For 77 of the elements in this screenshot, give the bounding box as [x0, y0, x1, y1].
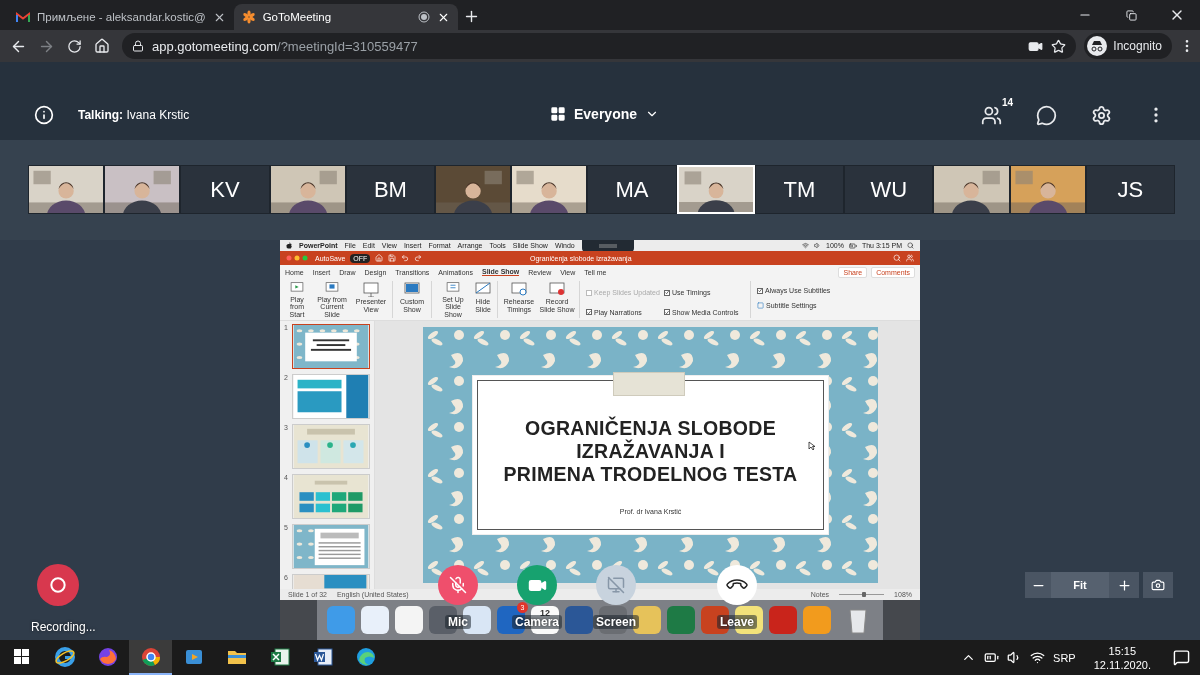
- chrome-icon: [139, 645, 162, 668]
- zoom-slider[interactable]: [839, 593, 885, 596]
- initials-tile: KV: [180, 165, 270, 214]
- star-icon[interactable]: [1051, 38, 1067, 54]
- language-indicator[interactable]: SRP: [1053, 651, 1076, 664]
- initials-tile: WU: [844, 165, 934, 214]
- flower-icon: [241, 10, 256, 24]
- browser-tab[interactable]: GoToMeeting: [233, 4, 458, 30]
- mail-icon: [16, 11, 30, 23]
- search-icon[interactable]: [893, 254, 901, 262]
- checkbox[interactable]: [664, 289, 670, 296]
- tape-drawing: [613, 372, 685, 396]
- recording-label: Recording...: [31, 620, 96, 634]
- zoom-in-icon[interactable]: [1116, 577, 1132, 593]
- participant-count: 14: [1002, 97, 1014, 108]
- initials-tile: BM: [345, 165, 436, 214]
- fit-button[interactable]: Fit: [1051, 572, 1109, 598]
- slide-title: OGRANIČENJA SLOBODE IZRAŽAVANJA I PRIMENA TRODELNOG TESTA: [503, 417, 798, 486]
- incognito-icon: [1087, 36, 1108, 56]
- mute-icon: [449, 576, 467, 594]
- drag-handle[interactable]: [582, 240, 634, 252]
- grip-icon: [599, 244, 617, 248]
- clock[interactable]: 15:15 12.11.2020.: [1093, 643, 1151, 672]
- check-icon: [587, 309, 591, 315]
- record-icon: [50, 577, 66, 593]
- windows-icon[interactable]: [14, 649, 29, 664]
- check-icon: [665, 290, 669, 296]
- monitor-off-icon: [607, 576, 625, 594]
- lock-icon: [132, 40, 144, 52]
- wifi-icon: [802, 242, 809, 249]
- fox-icon: [96, 645, 119, 668]
- profile-button[interactable]: Incognito: [1084, 33, 1172, 59]
- notifications-icon[interactable]: [1173, 649, 1190, 666]
- battery-icon[interactable]: [984, 650, 1000, 665]
- save-icon[interactable]: [388, 254, 397, 262]
- reload-icon[interactable]: [66, 38, 82, 54]
- check-icon: [758, 288, 762, 293]
- redo-icon[interactable]: [414, 254, 423, 262]
- window-buttons-icon: [286, 255, 310, 261]
- checkbox[interactable]: [586, 309, 592, 316]
- volume-icon: [814, 242, 821, 249]
- record-icon: [417, 11, 430, 23]
- participants-icon[interactable]: [980, 104, 1002, 126]
- url-text: app.gotomeeting.com/?meetingId=310559477: [152, 38, 419, 54]
- info-icon[interactable]: [34, 105, 54, 125]
- initials-tile: MA: [587, 165, 677, 214]
- wifi-icon[interactable]: [1030, 650, 1046, 665]
- checkbox[interactable]: [664, 309, 670, 316]
- apple-icon: [286, 242, 292, 249]
- camera-icon[interactable]: [1151, 578, 1165, 592]
- restore-icon[interactable]: [1125, 9, 1137, 21]
- person-icon[interactable]: [906, 254, 914, 262]
- record-button[interactable]: [37, 564, 79, 606]
- view-dropdown[interactable]: Everyone: [550, 106, 660, 122]
- battery-icon: [848, 241, 857, 250]
- document-icon: [311, 645, 334, 668]
- e-icon: [53, 645, 76, 668]
- slider-thumb[interactable]: [861, 591, 866, 597]
- spreadsheet-icon: [268, 645, 291, 668]
- grid-icon: [550, 106, 566, 122]
- wave-icon: [354, 645, 377, 668]
- checkbox[interactable]: [757, 287, 763, 294]
- chat-icon[interactable]: [1035, 104, 1057, 126]
- settings-icon[interactable]: [1090, 104, 1112, 126]
- talking-text: Talking: Ivana Krstic: [78, 108, 190, 122]
- subtitles-icon: [757, 302, 764, 309]
- address-bar[interactable]: app.gotomeeting.com/?meetingId=310559477: [122, 33, 1077, 59]
- browser-tab[interactable]: Примљене - aleksandar.kostic@: [8, 4, 234, 30]
- initials-tile: TM: [754, 165, 845, 214]
- search-icon: [907, 242, 914, 249]
- initials-tile: JS: [1085, 165, 1175, 214]
- home-icon[interactable]: [94, 38, 110, 54]
- undo-icon[interactable]: [401, 254, 410, 262]
- cursor-icon: [808, 441, 816, 451]
- slide-thumbnail[interactable]: [291, 324, 370, 369]
- taskbar-app[interactable]: [129, 640, 172, 675]
- check-icon: [665, 309, 669, 315]
